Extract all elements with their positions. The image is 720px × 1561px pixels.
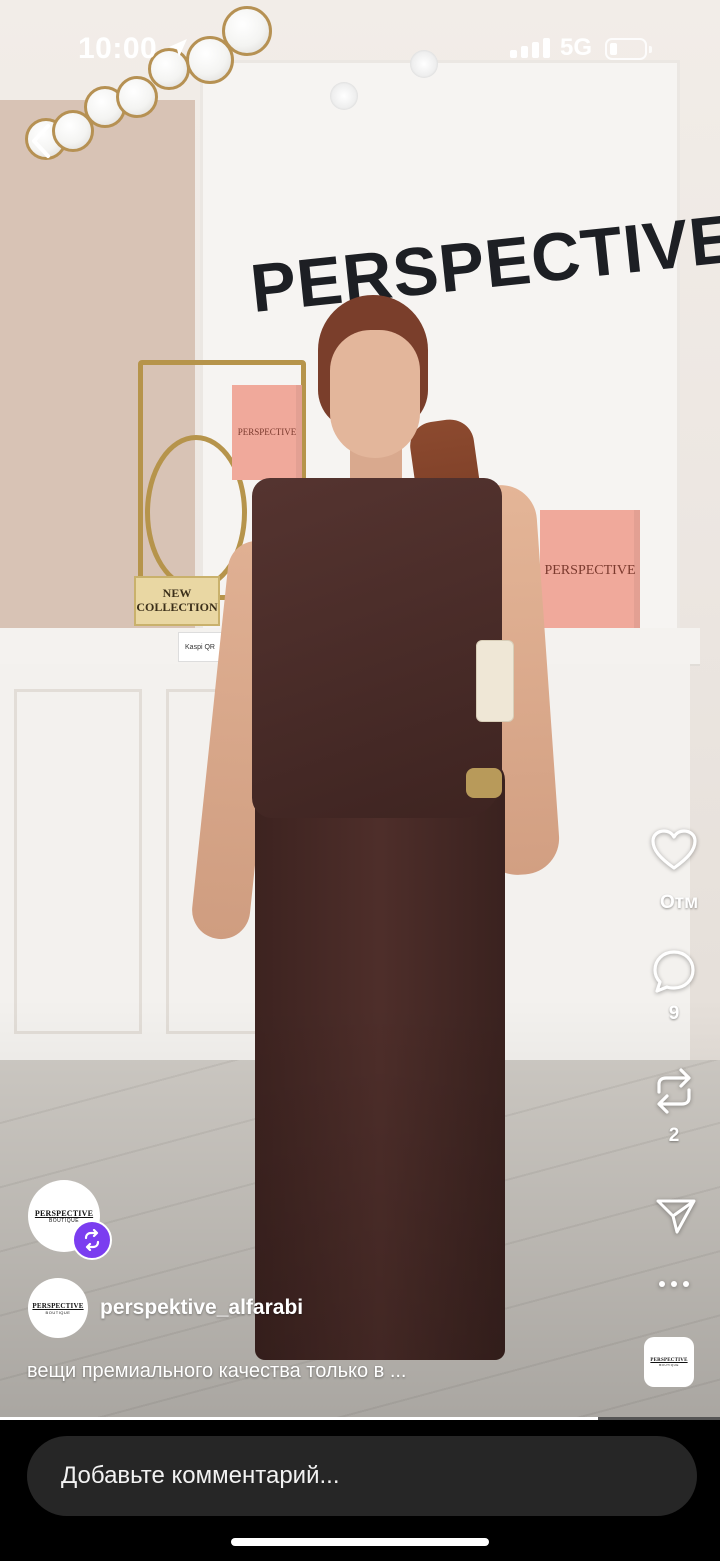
remix-icon [84,1229,100,1251]
video-frame[interactable]: PERSPECTIVE PERSPECTIVE PERSPECTIVE NEW … [0,0,720,1418]
home-indicator[interactable] [231,1538,489,1546]
paper-plane-icon [656,1199,696,1234]
network-type: 5G [560,34,593,61]
shopping-bag: PERSPECTIVE [540,510,640,630]
like-label: Отм [660,888,720,914]
remix-badge [72,1220,112,1260]
logo-text: PERSPECTIVE [32,1301,84,1310]
comment-bar: Добавьте комментарий... [0,1420,720,1561]
logo-subtext: BOUTIQUE [659,1362,679,1367]
comment-button[interactable]: 9 [644,948,704,1025]
logo-subtext: BOUTIQUE [48,1217,80,1224]
repost-icon [657,1068,691,1114]
new-collection-plaque: NEW COLLECTION [134,576,220,626]
author-username[interactable]: perspektive_alfarabi [100,1296,303,1320]
more-dots-icon [659,1281,689,1287]
status-time: 10:00 [78,32,158,65]
back-button[interactable] [22,118,62,164]
reels-screen: PERSPECTIVE PERSPECTIVE PERSPECTIVE NEW … [0,0,720,1561]
counter-panel [14,689,142,1034]
comment-input[interactable]: Добавьте комментарий... [27,1436,697,1516]
logo-subtext: BOUTIQUE [45,1309,71,1315]
person-watch [466,768,502,798]
cellular-signal-icon [510,38,550,58]
battery-icon [605,38,652,60]
like-button[interactable] [644,828,704,877]
audio-thumbnail[interactable]: PERSPECTIVE BOUTIQUE [644,1337,694,1387]
person-face [330,330,420,458]
chevron-left-icon [32,124,50,158]
person-clutch-bag [476,640,514,722]
comment-bubble-icon [653,950,695,993]
comment-count: 9 [668,1003,680,1024]
status-bar: 10:00 5G [0,0,720,100]
shopping-bag: PERSPECTIVE [232,385,302,480]
like-count: Отм [660,892,699,913]
repost-button[interactable]: 2 [644,1066,704,1147]
person-top [252,478,502,818]
logo-text: PERSPECTIVE [34,1208,94,1218]
share-button[interactable] [646,1196,706,1241]
more-options-button[interactable] [644,1274,704,1299]
heart-icon [651,829,697,870]
repost-count: 2 [668,1125,680,1146]
bottom-gradient [0,998,720,1418]
post-caption[interactable]: вещи премиального качества только в ... [27,1360,407,1383]
kaspi-qr-sign: Kaspi QR [178,632,222,662]
location-arrow-icon [169,39,187,57]
author-avatar[interactable]: PERSPECTIVE BOUTIQUE [28,1278,88,1338]
